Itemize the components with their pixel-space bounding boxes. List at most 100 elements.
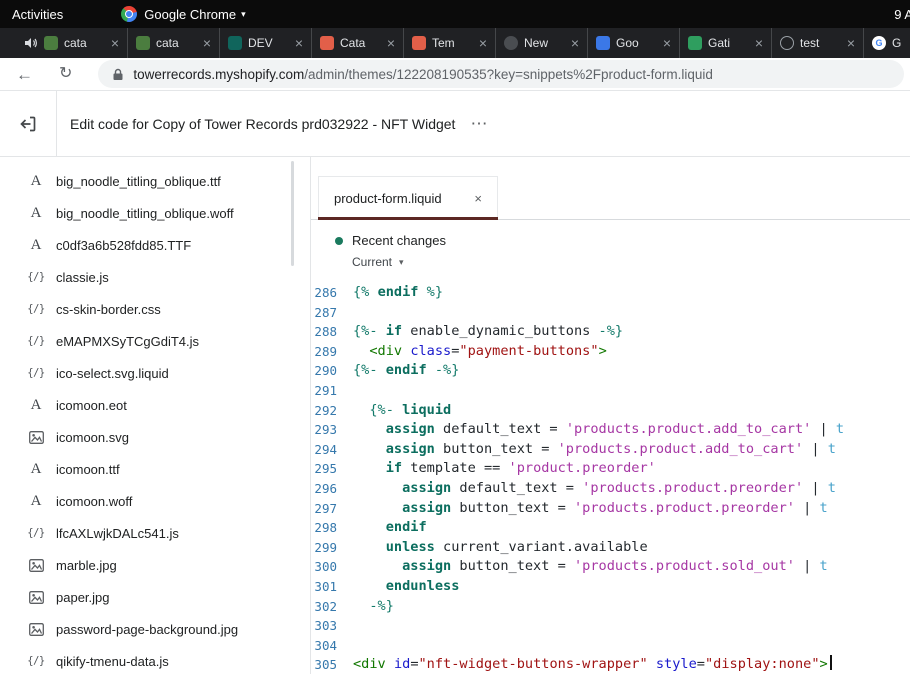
- browser-tab[interactable]: Goo×: [588, 28, 680, 58]
- file-item[interactable]: {/}classie.js: [0, 261, 310, 293]
- exit-editor-button[interactable]: [0, 91, 57, 156]
- site-favicon: [412, 36, 426, 50]
- tab-close-icon[interactable]: ×: [111, 35, 119, 51]
- globe-favicon: [780, 36, 794, 50]
- file-item[interactable]: {/}ico-select.svg.liquid: [0, 357, 310, 389]
- browser-tab[interactable]: GG×: [864, 28, 910, 58]
- tab-close-icon[interactable]: ×: [295, 35, 303, 51]
- file-item[interactable]: Abig_noodle_titling_oblique.woff: [0, 197, 310, 229]
- file-tab-name: product-form.liquid: [334, 191, 442, 206]
- file-name: eMAPMXSyTCgGdiT4.js: [56, 334, 199, 349]
- code-line[interactable]: 294 assign button_text = 'products.produ…: [311, 440, 910, 460]
- tab-close-icon[interactable]: ×: [571, 35, 579, 51]
- browser-tab[interactable]: New×: [496, 28, 588, 58]
- tab-close-icon[interactable]: ×: [847, 35, 855, 51]
- app-menu-button[interactable]: Google Chrome ▾: [121, 6, 245, 22]
- file-item[interactable]: {/} qikify-tmenu-data.js: [0, 645, 310, 674]
- browser-tab[interactable]: Cata ×: [312, 28, 404, 58]
- tab-title: Cata: [340, 36, 381, 50]
- tab-close-icon[interactable]: ×: [387, 35, 395, 51]
- file-item[interactable]: Abig_noodle_titling_oblique.ttf: [0, 165, 310, 197]
- file-name: lfcAXLwjkDALc541.js: [56, 526, 179, 541]
- file-tab-bar: product-form.liquid ×: [311, 157, 910, 220]
- file-tab[interactable]: product-form.liquid ×: [318, 176, 498, 219]
- line-number: 297: [311, 499, 349, 519]
- file-item[interactable]: icomoon.svg: [0, 421, 310, 453]
- tab-title: Tem: [432, 36, 473, 50]
- file-item[interactable]: paper.jpg: [0, 581, 310, 613]
- version-dropdown[interactable]: Current ▾: [352, 255, 910, 269]
- file-item[interactable]: Ac0df3a6b528fdd85.TTF: [0, 229, 310, 261]
- sidebar-scrollbar[interactable]: [291, 161, 294, 266]
- code-line[interactable]: 291: [311, 381, 910, 401]
- code-line[interactable]: 293 assign default_text = 'products.prod…: [311, 420, 910, 440]
- code-line[interactable]: 292 {%- liquid: [311, 401, 910, 421]
- browser-tab[interactable]: Gati×: [680, 28, 772, 58]
- back-button[interactable]: ←: [16, 66, 33, 83]
- code-line[interactable]: 297 assign button_text = 'products.produ…: [311, 499, 910, 519]
- omnibox[interactable]: towerrecords.myshopify.com/admin/themes/…: [98, 60, 904, 88]
- file-name: icomoon.svg: [56, 430, 129, 445]
- browser-tab[interactable]: cata×: [128, 28, 220, 58]
- code-line[interactable]: 289 <div class="payment-buttons">: [311, 342, 910, 362]
- file-sidebar: Abig_noodle_titling_oblique.ttfAbig_nood…: [0, 157, 311, 674]
- browser-tab[interactable]: cata×: [16, 28, 128, 58]
- status-dot-icon: [335, 237, 343, 245]
- tab-close-icon[interactable]: ×: [479, 35, 487, 51]
- browser-tab-strip: cata×cata×DEV×Cata×Tem×New×Goo×Gati×test…: [0, 28, 910, 58]
- code-line[interactable]: 304: [311, 636, 910, 656]
- code-line[interactable]: 299 unless current_variant.available: [311, 538, 910, 558]
- code-line[interactable]: 305<div id="nft-widget-buttons-wrapper" …: [311, 655, 910, 674]
- active-tab-underline: [318, 217, 498, 220]
- tab-close-icon[interactable]: ×: [474, 191, 482, 206]
- lock-icon[interactable]: [112, 68, 124, 81]
- file-item[interactable]: {/}lfcAXLwjkDALc541.js: [0, 517, 310, 549]
- line-content: assign button_text = 'products.product.a…: [349, 440, 836, 460]
- activities-button[interactable]: Activities: [12, 7, 63, 22]
- file-item[interactable]: {/}eMAPMXSyTCgGdiT4.js: [0, 325, 310, 357]
- file-item[interactable]: Aicomoon.woff: [0, 485, 310, 517]
- line-number: 296: [311, 479, 349, 499]
- code-line[interactable]: 298 endif: [311, 518, 910, 538]
- code-line[interactable]: 295 if template == 'product.preorder': [311, 459, 910, 479]
- tab-close-icon[interactable]: ×: [755, 35, 763, 51]
- file-item[interactable]: marble.jpg: [0, 549, 310, 581]
- code-line[interactable]: 301 endunless: [311, 577, 910, 597]
- browser-tab[interactable]: Tem ×: [404, 28, 496, 58]
- reload-button[interactable]: ↻: [59, 66, 72, 82]
- file-item[interactable]: {/}cs-skin-border.css: [0, 293, 310, 325]
- tab-audio-icon[interactable]: [24, 37, 38, 49]
- chrome-logo-icon: [121, 6, 137, 22]
- tab-close-icon[interactable]: ×: [663, 35, 671, 51]
- browser-tab[interactable]: test×: [772, 28, 864, 58]
- file-item[interactable]: password-page-background.jpg: [0, 613, 310, 645]
- file-name: qikify-tmenu-data.js: [56, 654, 169, 669]
- line-number: 299: [311, 538, 349, 558]
- code-line[interactable]: 303: [311, 616, 910, 636]
- line-content: [349, 616, 353, 636]
- code-file-icon: {/}: [27, 303, 45, 315]
- tab-close-icon[interactable]: ×: [203, 35, 211, 51]
- system-bar: Activities Google Chrome ▾ 9 A: [0, 0, 910, 28]
- code-line[interactable]: 288{%- if enable_dynamic_buttons -%}: [311, 322, 910, 342]
- more-options-button[interactable]: ⋯: [470, 114, 488, 134]
- editor-header: Edit code for Copy of Tower Records prd0…: [0, 91, 910, 156]
- code-line[interactable]: 290{%- endif -%}: [311, 361, 910, 381]
- file-item[interactable]: Aicomoon.ttf: [0, 453, 310, 485]
- code-line[interactable]: 287: [311, 303, 910, 323]
- code-line[interactable]: 286{% endif %}: [311, 283, 910, 303]
- tab-title: G: [892, 36, 910, 50]
- file-item[interactable]: Aicomoon.eot: [0, 389, 310, 421]
- browser-tab[interactable]: DEV×: [220, 28, 312, 58]
- code-line[interactable]: 296 assign default_text = 'products.prod…: [311, 479, 910, 499]
- code-editor[interactable]: 286{% endif %}287288{%- if enable_dynami…: [311, 283, 910, 674]
- text-cursor: [830, 655, 832, 670]
- code-line[interactable]: 300 assign button_text = 'products.produ…: [311, 557, 910, 577]
- line-number: 295: [311, 459, 349, 479]
- line-content: {%- liquid: [349, 401, 451, 421]
- code-line[interactable]: 302 -%}: [311, 597, 910, 617]
- code-file-icon: {/}: [27, 655, 45, 667]
- google-docs-favicon: [596, 36, 610, 50]
- code-file-icon: {/}: [27, 271, 45, 283]
- line-content: assign button_text = 'products.product.s…: [349, 557, 828, 577]
